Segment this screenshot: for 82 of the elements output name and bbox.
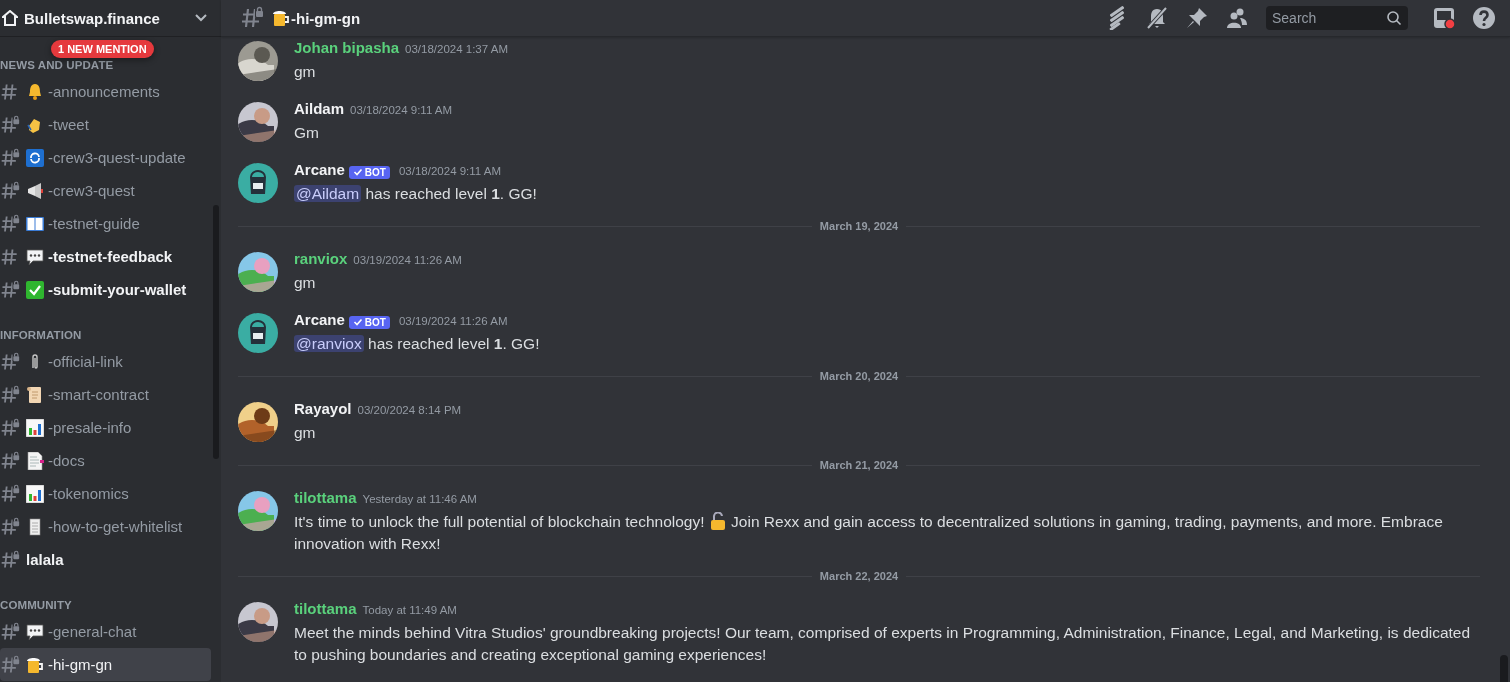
beer-mug-icon — [26, 655, 44, 674]
server-name: Bulletswap.finance — [24, 9, 161, 27]
timestamp: 03/18/2024 9:11 AM — [398, 165, 502, 177]
server-icon — [2, 10, 18, 26]
message-text: @ranviox has reached level 1. GG! — [294, 334, 540, 354]
date-divider: March 22, 2024 — [819, 570, 899, 582]
category-header[interactable]: INFORMATION — [0, 321, 82, 341]
message-text: gm — [294, 62, 317, 82]
locked-hash-icon — [0, 654, 20, 675]
channel-item[interactable]: -official-link — [0, 345, 211, 378]
help-icon[interactable] — [1472, 6, 1496, 30]
new-mention-toast[interactable]: 1 NEW MENTION — [51, 40, 154, 58]
channel-item[interactable]: -crew3-quest-update — [0, 141, 211, 174]
receipt-icon — [26, 517, 44, 536]
message-text: Meet the minds behind Vitra Studios' groundbreaking projects! Our team, comprised of experts in Programming, Administration, Finance, Legal, and Marketing, is dedicated to pushing boundaries and creating exceptional gaming experiences! — [294, 623, 1472, 665]
document-icon — [26, 451, 44, 470]
book-icon — [26, 214, 44, 233]
date-divider: March 20, 2024 — [819, 370, 899, 382]
bot-badge: BOT — [348, 165, 390, 179]
members-icon[interactable] — [1225, 6, 1249, 30]
username[interactable]: Arcane — [294, 311, 345, 328]
hash-icon — [0, 81, 20, 102]
username[interactable]: tilottama — [294, 489, 357, 506]
open-padlock-icon — [708, 512, 727, 530]
username[interactable]: tilottama — [294, 600, 357, 617]
hash-icon — [0, 246, 20, 267]
username[interactable]: Aildam — [294, 100, 344, 117]
message-text: gm — [294, 423, 317, 443]
username[interactable]: ranviox — [294, 250, 348, 267]
channel-item[interactable]: -testnet-guide — [0, 207, 211, 240]
message-text: gm — [294, 273, 317, 293]
bell-icon — [26, 82, 44, 101]
username[interactable]: Johan bipasha — [294, 39, 400, 56]
server-header[interactable]: Bulletswap.finance — [0, 0, 221, 37]
timestamp: 03/19/2024 11:26 AM — [398, 315, 508, 327]
timestamp: 03/18/2024 1:37 AM — [405, 43, 508, 55]
search-field[interactable]: Search — [1266, 6, 1408, 30]
timestamp: Today at 11:49 AM — [362, 604, 457, 616]
megaphone-icon — [26, 181, 44, 200]
message-text: Gm — [294, 123, 320, 143]
message-text: @Aildam has reached level 1. GG! — [294, 184, 537, 204]
channel-item[interactable]: -smart-contract — [0, 378, 211, 411]
category-header[interactable]: COMMUNITY — [0, 591, 72, 611]
bot-avatar-icon — [238, 313, 278, 353]
speech-bubble-icon — [26, 247, 44, 266]
speech-bubble-icon — [26, 622, 44, 641]
channel-item[interactable]: -announcements — [0, 75, 211, 108]
channel-item[interactable]: -general-chat — [0, 615, 211, 648]
timestamp: 03/18/2024 9:11 AM — [350, 104, 453, 116]
channel-item[interactable]: lalala — [0, 543, 211, 576]
channel-item[interactable]: -tweet — [0, 108, 211, 141]
muted-bell-icon[interactable] — [1145, 6, 1169, 30]
bot-avatar-icon — [238, 163, 278, 203]
username[interactable]: Arcane — [294, 161, 345, 178]
beer-mug-icon — [272, 9, 290, 27]
channel-item[interactable]: -tokenomics — [0, 477, 211, 510]
message-text: It's time to unlock the full potential of blockchain technology! Join Rexx and gain access to decentralized solutions in gaming, trading, payments, and more. Embrace innovation with Rexx! — [294, 511, 1444, 554]
channel-item[interactable]: -docs — [0, 444, 211, 477]
bar-chart-icon — [26, 418, 44, 437]
channel-item[interactable]: -submit-your-wallet — [0, 273, 211, 306]
channel-item[interactable]: -how-to-get-whitelist — [0, 510, 211, 543]
channel-item[interactable]: -testnet-feedback — [0, 240, 211, 273]
refresh-icon — [26, 148, 44, 167]
bot-badge: BOT — [348, 315, 390, 329]
channel-title: -hi-gm-gn — [291, 9, 361, 27]
timestamp: 03/20/2024 8:14 PM — [357, 404, 462, 416]
date-divider: March 19, 2024 — [819, 220, 899, 232]
inbox-icon[interactable] — [1432, 6, 1456, 30]
channel-item[interactable]: -presale-info — [0, 411, 211, 444]
channel-item[interactable]: -crew3-quest — [0, 174, 211, 207]
checkbox-icon — [26, 280, 44, 299]
pin-icon[interactable] — [1185, 6, 1209, 30]
user-mention[interactable]: @ranviox — [294, 335, 364, 352]
scroll-icon — [26, 385, 44, 404]
username[interactable]: Rayayol — [294, 400, 352, 417]
timestamp: Yesterday at 11:46 AM — [362, 493, 477, 505]
timestamp: 03/19/2024 11:26 AM — [353, 254, 462, 266]
bar-chart-icon — [26, 484, 44, 503]
channel-item[interactable]: -hi-gm-gn — [0, 648, 211, 681]
search-icon — [1386, 10, 1402, 26]
date-divider: March 21, 2024 — [819, 459, 899, 471]
user-mention[interactable]: @Aildam — [294, 185, 362, 202]
